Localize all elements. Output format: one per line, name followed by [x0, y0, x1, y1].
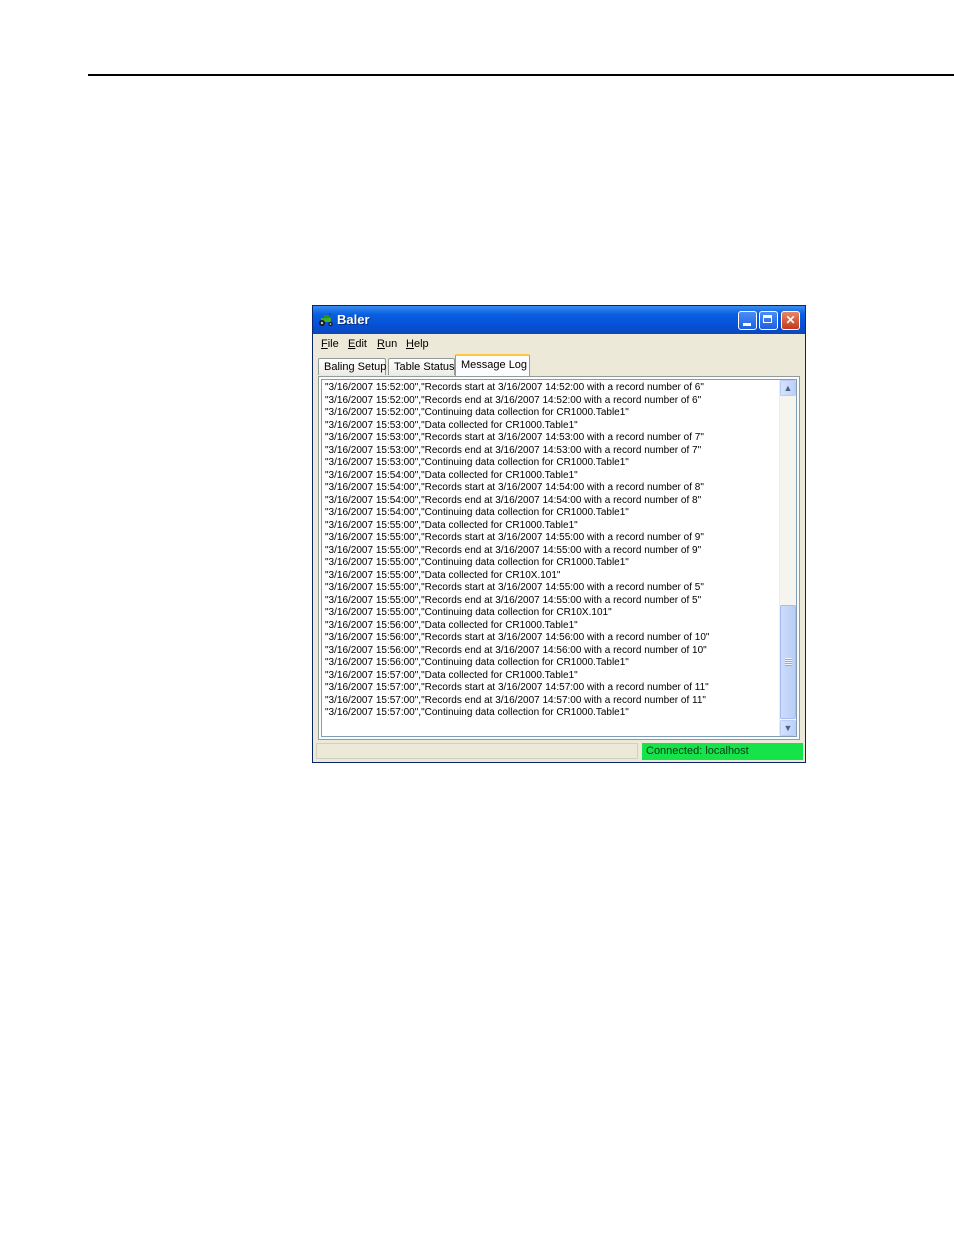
log-entry[interactable]: "3/16/2007 15:55:00","Data collected for…: [325, 570, 780, 583]
menu-help-label: elp: [413, 338, 429, 350]
log-entry[interactable]: "3/16/2007 15:54:00","Records start at 3…: [325, 482, 780, 495]
grip-icon: [785, 658, 792, 666]
log-entry[interactable]: "3/16/2007 15:57:00","Data collected for…: [325, 670, 780, 683]
log-entry[interactable]: "3/16/2007 15:52:00","Continuing data co…: [325, 407, 780, 420]
menu-help-mnemonic: H: [406, 338, 414, 350]
log-entry[interactable]: "3/16/2007 15:54:00","Records end at 3/1…: [325, 495, 780, 508]
message-log-panel: "3/16/2007 15:52:00","Records start at 3…: [318, 376, 800, 740]
log-entry[interactable]: "3/16/2007 15:57:00","Records start at 3…: [325, 682, 780, 695]
tab-baling-setup[interactable]: Baling Setup: [318, 358, 386, 375]
menu-file[interactable]: File: [321, 338, 339, 350]
connection-status: Connected: localhost: [642, 743, 803, 760]
message-log-list[interactable]: "3/16/2007 15:52:00","Records start at 3…: [321, 379, 797, 737]
menu-edit-label: dit: [355, 338, 367, 350]
log-entry[interactable]: "3/16/2007 15:56:00","Records end at 3/1…: [325, 645, 780, 658]
maximize-button[interactable]: [759, 311, 778, 330]
window-title: Baler: [337, 312, 370, 327]
tab-message-log[interactable]: Message Log: [455, 354, 530, 376]
baler-window: Baler ✕ File Edit Run Help Baling Setup …: [312, 305, 806, 763]
tractor-icon: [319, 313, 333, 327]
log-entry[interactable]: "3/16/2007 15:55:00","Records start at 3…: [325, 582, 780, 595]
close-button[interactable]: ✕: [781, 311, 800, 330]
chevron-up-icon: ▲: [783, 383, 793, 393]
log-entry[interactable]: "3/16/2007 15:56:00","Data collected for…: [325, 620, 780, 633]
log-entry[interactable]: "3/16/2007 15:55:00","Continuing data co…: [325, 607, 780, 620]
menu-file-label: ile: [327, 338, 339, 350]
log-entry[interactable]: "3/16/2007 15:57:00","Records end at 3/1…: [325, 695, 780, 708]
tab-table-status[interactable]: Table Status: [388, 358, 455, 375]
log-entry[interactable]: "3/16/2007 15:53:00","Continuing data co…: [325, 457, 780, 470]
scroll-thumb[interactable]: [780, 605, 796, 719]
log-entry[interactable]: "3/16/2007 15:53:00","Data collected for…: [325, 420, 780, 433]
log-entry[interactable]: "3/16/2007 15:54:00","Data collected for…: [325, 470, 780, 483]
log-entry[interactable]: "3/16/2007 15:55:00","Records start at 3…: [325, 532, 780, 545]
menu-run-label: un: [384, 338, 398, 350]
minimize-button[interactable]: [738, 311, 757, 330]
title-bar[interactable]: Baler ✕: [313, 306, 805, 334]
log-entry[interactable]: "3/16/2007 15:56:00","Records start at 3…: [325, 632, 780, 645]
chevron-down-icon: ▼: [783, 723, 793, 733]
scroll-up-button[interactable]: ▲: [780, 380, 796, 396]
log-entry[interactable]: "3/16/2007 15:52:00","Records start at 3…: [325, 382, 780, 395]
log-entry[interactable]: "3/16/2007 15:53:00","Records end at 3/1…: [325, 445, 780, 458]
log-entry[interactable]: "3/16/2007 15:53:00","Records start at 3…: [325, 432, 780, 445]
page-header-rule: [88, 74, 954, 76]
log-entry[interactable]: "3/16/2007 15:56:00","Continuing data co…: [325, 657, 780, 670]
menu-edit[interactable]: Edit: [348, 338, 367, 350]
status-bar: Connected: localhost: [313, 741, 805, 762]
log-entry[interactable]: "3/16/2007 15:55:00","Data collected for…: [325, 520, 780, 533]
log-entry[interactable]: "3/16/2007 15:55:00","Continuing data co…: [325, 557, 780, 570]
close-icon: ✕: [785, 313, 796, 327]
scroll-down-button[interactable]: ▼: [780, 720, 796, 736]
maximize-icon: [763, 315, 772, 323]
menu-help[interactable]: Help: [406, 338, 429, 350]
log-entry[interactable]: "3/16/2007 15:55:00","Records end at 3/1…: [325, 595, 780, 608]
menu-file-mnemonic: F: [321, 338, 328, 350]
log-lines: "3/16/2007 15:52:00","Records start at 3…: [325, 382, 780, 734]
menu-bar: File Edit Run Help: [313, 335, 805, 355]
log-entry[interactable]: "3/16/2007 15:57:00","Continuing data co…: [325, 707, 780, 720]
menu-run[interactable]: Run: [377, 338, 397, 350]
vertical-scrollbar[interactable]: ▲ ▼: [779, 380, 796, 736]
minimize-icon: [743, 323, 751, 326]
status-panel-empty: [316, 743, 638, 759]
log-entry[interactable]: "3/16/2007 15:52:00","Records end at 3/1…: [325, 395, 780, 408]
menu-run-mnemonic: R: [377, 338, 385, 350]
log-entry[interactable]: "3/16/2007 15:54:00","Continuing data co…: [325, 507, 780, 520]
log-entry[interactable]: "3/16/2007 15:55:00","Records end at 3/1…: [325, 545, 780, 558]
